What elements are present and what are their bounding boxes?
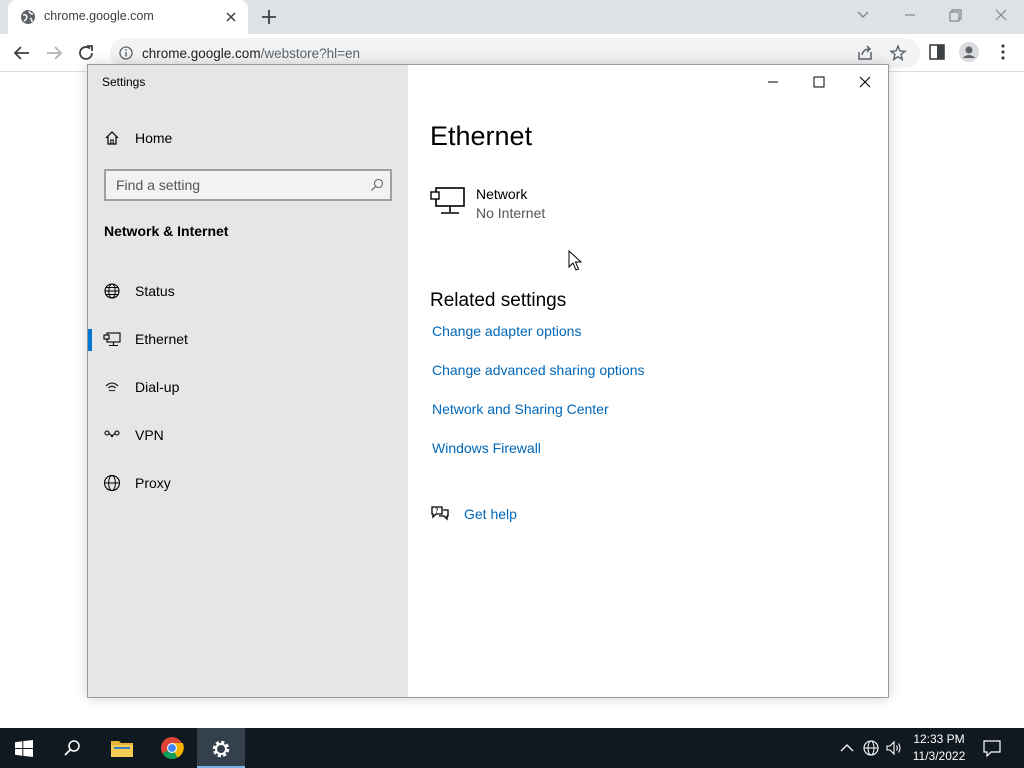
show-hidden-icons-icon[interactable]: [837, 738, 857, 758]
settings-content: Ethernet Network No Internet Related set…: [408, 65, 888, 697]
tab-title: chrome.google.com: [44, 9, 154, 23]
browser-tab[interactable]: chrome.google.com: [8, 0, 248, 34]
gear-icon: [212, 740, 230, 758]
windows-logo-icon: [15, 740, 33, 757]
section-title: Network & Internet: [104, 223, 229, 239]
get-help-link[interactable]: Get help: [464, 506, 517, 522]
globe-favicon-icon: [21, 10, 35, 24]
vpn-icon: [104, 430, 120, 438]
change-adapter-options-link[interactable]: Change adapter options: [432, 323, 581, 339]
tab-search-icon[interactable]: [848, 4, 878, 26]
search-placeholder: Find a setting: [116, 177, 201, 193]
site-info-icon[interactable]: [119, 46, 133, 60]
search-icon: [64, 740, 80, 756]
profile-avatar-icon[interactable]: [958, 41, 980, 63]
settings-sidebar: Settings Home Find a setting Network & I…: [88, 65, 408, 697]
volume-icon[interactable]: [884, 738, 904, 758]
tab-close-icon[interactable]: [222, 8, 240, 26]
globe-status-icon: [104, 283, 120, 299]
change-sharing-options-link[interactable]: Change advanced sharing options: [432, 362, 645, 378]
sidebar-item-label: Status: [135, 283, 175, 299]
bookmark-star-icon[interactable]: [888, 43, 908, 63]
new-tab-icon[interactable]: [259, 7, 279, 27]
reload-icon[interactable]: [75, 42, 97, 64]
sidebar-item-label: VPN: [135, 427, 164, 443]
settings-window: Settings Home Find a setting Network & I…: [87, 64, 889, 698]
side-panel-icon[interactable]: [927, 42, 947, 62]
browser-restore-icon[interactable]: [940, 4, 970, 26]
home-link[interactable]: Home: [104, 127, 384, 149]
sidebar-item-label: Dial-up: [135, 379, 180, 395]
svg-text:?: ?: [435, 507, 439, 515]
start-button[interactable]: [0, 728, 48, 768]
mouse-cursor-icon: [568, 250, 582, 271]
browser-tab-strip: chrome.google.com: [0, 0, 1024, 34]
sidebar-item-status[interactable]: Status: [88, 271, 408, 311]
ethernet-icon: [103, 332, 121, 347]
taskbar-search-button[interactable]: [48, 728, 96, 768]
selection-indicator: [88, 329, 92, 351]
forward-icon[interactable]: [43, 42, 65, 64]
share-icon[interactable]: [855, 43, 875, 63]
sidebar-item-vpn[interactable]: VPN: [88, 415, 408, 455]
clock-time: 12:33 PM: [913, 732, 965, 746]
globe-icon: [103, 474, 121, 492]
taskbar-chrome[interactable]: [148, 728, 196, 768]
search-input[interactable]: Find a setting: [104, 169, 392, 201]
page-title: Ethernet: [430, 121, 533, 151]
dialup-icon: [105, 382, 119, 392]
back-icon[interactable]: [11, 42, 33, 64]
sidebar-item-proxy[interactable]: Proxy: [88, 463, 408, 503]
sidebar-item-label: Proxy: [135, 475, 171, 491]
taskbar-file-explorer[interactable]: [98, 728, 146, 768]
sidebar-item-label: Ethernet: [135, 331, 188, 347]
clock[interactable]: 12:33 PM 11/3/2022: [904, 731, 974, 765]
get-help-icon: ?: [431, 506, 449, 521]
home-icon: [105, 131, 119, 145]
taskbar-settings[interactable]: [197, 728, 245, 768]
windows-firewall-link[interactable]: Windows Firewall: [432, 440, 541, 456]
clock-date: 11/3/2022: [912, 749, 966, 763]
action-center-icon[interactable]: [982, 738, 1002, 758]
browser-menu-icon[interactable]: [993, 42, 1013, 62]
network-status: No Internet: [476, 205, 546, 221]
search-icon[interactable]: [370, 178, 384, 192]
ethernet-network-icon[interactable]: [430, 185, 468, 217]
related-settings-heading: Related settings: [430, 290, 567, 311]
network-name[interactable]: Network: [476, 186, 527, 202]
chrome-logo-icon: [161, 737, 184, 759]
sidebar-item-ethernet[interactable]: Ethernet: [88, 319, 408, 359]
browser-minimize-icon[interactable]: [895, 4, 925, 26]
url-text: chrome.google.com/webstore?hl=en: [142, 46, 361, 61]
network-sharing-center-link[interactable]: Network and Sharing Center: [432, 401, 609, 417]
window-title: Settings: [102, 75, 146, 89]
folder-icon: [111, 741, 133, 757]
taskbar: 12:33 PM 11/3/2022: [0, 728, 1024, 768]
sidebar-item-dialup[interactable]: Dial-up: [88, 367, 408, 407]
network-globe-icon[interactable]: [861, 738, 881, 758]
home-label: Home: [135, 130, 173, 146]
browser-close-icon[interactable]: [986, 4, 1016, 26]
